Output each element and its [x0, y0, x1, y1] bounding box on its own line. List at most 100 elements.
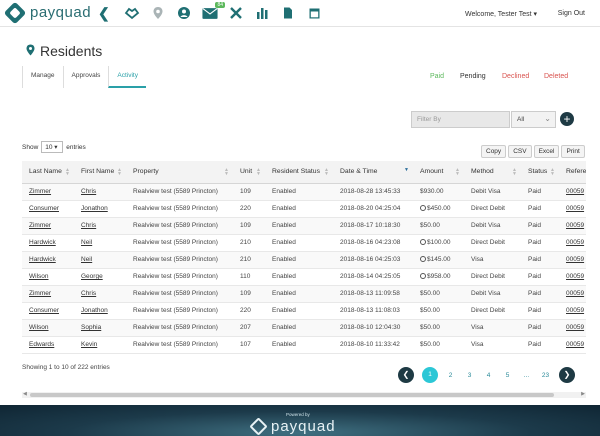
- table-cell[interactable]: Sophia: [74, 319, 126, 336]
- cell-text: 220: [240, 307, 251, 314]
- column-header[interactable]: Unit▲▼: [233, 161, 265, 183]
- table-cell[interactable]: Consumer: [22, 200, 74, 217]
- next-page-button[interactable]: ❯: [559, 367, 575, 383]
- table-cell: Debit Visa: [464, 217, 521, 234]
- bar-chart-icon[interactable]: [254, 5, 270, 21]
- back-chevron-icon[interactable]: ❮: [98, 5, 110, 22]
- table-cell: Paid: [521, 183, 559, 200]
- tab-activity[interactable]: Activity: [108, 66, 146, 88]
- table-row[interactable]: EdwardsKevinRealview test (5589 Princton…: [22, 336, 586, 353]
- table-cell[interactable]: Hardwick: [22, 251, 74, 268]
- document-icon[interactable]: [280, 5, 296, 21]
- page-ellipsis: ...: [517, 372, 536, 379]
- table-row[interactable]: WilsonGeorgeRealview test (5589 Princton…: [22, 268, 586, 285]
- scroll-left-arrow-icon[interactable]: ◀: [23, 391, 27, 397]
- table-cell[interactable]: Jonathon: [74, 200, 126, 217]
- welcome-user-menu[interactable]: Welcome, Tester Test ▾: [465, 10, 537, 18]
- cell-text: Kevin: [81, 341, 97, 348]
- table-row[interactable]: ConsumerJonathonRealview test (5589 Prin…: [22, 302, 586, 319]
- column-header[interactable]: Status▲▼: [521, 161, 559, 183]
- cell-text: George: [81, 273, 103, 280]
- table-cell[interactable]: Wilson: [22, 319, 74, 336]
- table-cell[interactable]: 00059: [559, 302, 586, 319]
- column-header[interactable]: Last Name▲▼: [22, 161, 74, 183]
- table-cell[interactable]: Wilson: [22, 268, 74, 285]
- table-cell[interactable]: Hardwick: [22, 234, 74, 251]
- page-1-button[interactable]: 1: [422, 367, 438, 383]
- print-button[interactable]: Print: [561, 145, 584, 158]
- table-cell: Paid: [521, 200, 559, 217]
- mail-icon[interactable]: 84: [202, 5, 218, 21]
- table-cell[interactable]: 00059: [559, 319, 586, 336]
- support-icon[interactable]: [176, 5, 192, 21]
- page-2-button[interactable]: 2: [441, 372, 460, 379]
- excel-button[interactable]: Excel: [534, 145, 560, 158]
- column-header[interactable]: Date & Time▼: [333, 161, 413, 183]
- handshake-icon[interactable]: [124, 5, 140, 21]
- page-3-button[interactable]: 3: [460, 372, 479, 379]
- column-header[interactable]: Amount▲▼: [413, 161, 464, 183]
- table-cell[interactable]: 00059: [559, 268, 586, 285]
- table-cell: Enabled: [265, 336, 333, 353]
- horizontal-scrollbar[interactable]: ◀ ▶: [22, 392, 586, 398]
- column-header[interactable]: Refere: [559, 161, 586, 183]
- csv-button[interactable]: CSV: [508, 145, 531, 158]
- table-row[interactable]: ZimmerChrisRealview test (5589 Princton)…: [22, 217, 586, 234]
- scroll-right-arrow-icon[interactable]: ▶: [581, 391, 585, 397]
- tab-approvals[interactable]: Approvals: [63, 66, 109, 88]
- table-cell[interactable]: Zimmer: [22, 183, 74, 200]
- table-cell[interactable]: Edwards: [22, 336, 74, 353]
- table-row[interactable]: WilsonSophiaRealview test (5589 Princton…: [22, 319, 586, 336]
- table-cell[interactable]: 00059: [559, 200, 586, 217]
- table-cell[interactable]: 00059: [559, 183, 586, 200]
- sign-out-link[interactable]: Sign Out: [558, 10, 585, 17]
- table-cell[interactable]: Neil: [74, 234, 126, 251]
- cell-text: Zimmer: [29, 290, 51, 297]
- table-cell[interactable]: Chris: [74, 217, 126, 234]
- column-header[interactable]: Method▲▼: [464, 161, 521, 183]
- table-cell[interactable]: Chris: [74, 183, 126, 200]
- filter-by-input[interactable]: Filter By: [411, 111, 510, 128]
- filter-select[interactable]: All: [511, 111, 556, 128]
- map-pin-icon[interactable]: [150, 5, 166, 21]
- table-cell[interactable]: George: [74, 268, 126, 285]
- table-cell[interactable]: Neil: [74, 251, 126, 268]
- table-cell[interactable]: Jonathon: [74, 302, 126, 319]
- table-cell[interactable]: 00059: [559, 217, 586, 234]
- table-row[interactable]: HardwickNeilRealview test (5589 Princton…: [22, 234, 586, 251]
- tab-manage[interactable]: Manage: [22, 66, 63, 88]
- table-cell[interactable]: Kevin: [74, 336, 126, 353]
- calendar-icon[interactable]: [306, 5, 322, 21]
- table-cell: Realview test (5589 Princton): [126, 319, 233, 336]
- add-filter-button[interactable]: +: [560, 112, 574, 126]
- table-cell[interactable]: 00059: [559, 336, 586, 353]
- entries-select[interactable]: 10 ▾: [41, 141, 63, 153]
- table-row[interactable]: ZimmerChrisRealview test (5589 Princton)…: [22, 183, 586, 200]
- page-4-button[interactable]: 4: [479, 372, 498, 379]
- page-5-button[interactable]: 5: [498, 372, 517, 379]
- page-23-button[interactable]: 23: [536, 372, 555, 379]
- table-cell: 109: [233, 183, 265, 200]
- column-header[interactable]: Resident Status▲▼: [265, 161, 333, 183]
- table-cell: Enabled: [265, 217, 333, 234]
- table-row[interactable]: ConsumerJonathonRealview test (5589 Prin…: [22, 200, 586, 217]
- payquad-logo[interactable]: payquad: [7, 4, 91, 21]
- table-cell[interactable]: 00059: [559, 251, 586, 268]
- column-header[interactable]: Property▲▼: [126, 161, 233, 183]
- table-cell[interactable]: Zimmer: [22, 217, 74, 234]
- table-row[interactable]: ZimmerChrisRealview test (5589 Princton)…: [22, 285, 586, 302]
- table-cell: 2018-08-10 12:04:30: [333, 319, 413, 336]
- column-header[interactable]: First Name▲▼: [74, 161, 126, 183]
- table-cell[interactable]: Consumer: [22, 302, 74, 319]
- table-cell[interactable]: 00059: [559, 285, 586, 302]
- tools-icon[interactable]: [228, 5, 244, 21]
- table-cell[interactable]: 00059: [559, 234, 586, 251]
- scrollbar-thumb[interactable]: [30, 393, 554, 397]
- sort-icon: ▲▼: [65, 168, 70, 176]
- table-cell[interactable]: Chris: [74, 285, 126, 302]
- copy-button[interactable]: Copy: [481, 145, 506, 158]
- table-cell[interactable]: Zimmer: [22, 285, 74, 302]
- table-row[interactable]: HardwickNeilRealview test (5589 Princton…: [22, 251, 586, 268]
- cell-text: 2018-08-13 11:09:58: [340, 290, 400, 297]
- previous-page-button[interactable]: ❮: [398, 367, 414, 383]
